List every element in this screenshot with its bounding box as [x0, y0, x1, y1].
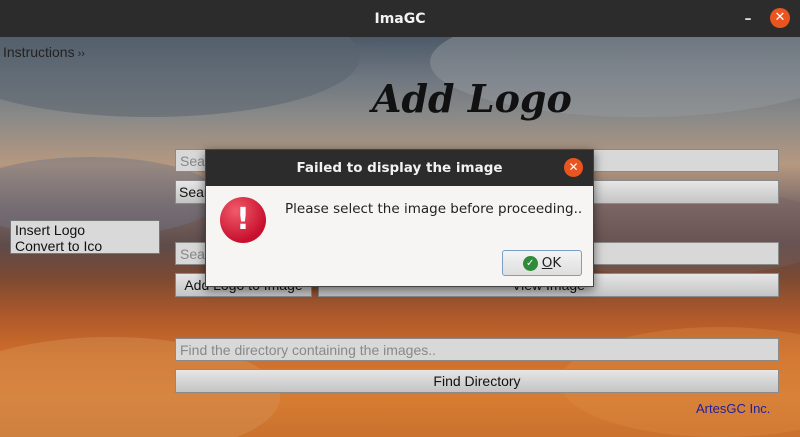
dialog-titlebar: Failed to display the image ✕ [206, 150, 593, 186]
instructions-label: Instructions [3, 44, 75, 60]
dialog-title: Failed to display the image [296, 160, 503, 176]
check-icon: ✓ [522, 255, 538, 271]
chevron-right-icon: ›› [77, 48, 85, 60]
menu-item-convert-ico[interactable]: Convert to Ico [15, 238, 155, 254]
ok-button[interactable]: ✓ OK [502, 250, 582, 276]
page-title: Add Logo [372, 76, 572, 121]
instructions-menu[interactable]: Instructions ›› [3, 44, 85, 60]
ok-mnemonic: O [541, 255, 553, 271]
credit-label: ArtesGC Inc. [696, 401, 771, 416]
minimize-icon[interactable]: – [739, 8, 757, 28]
ok-label: OK [542, 255, 562, 271]
close-icon[interactable]: ✕ [770, 8, 790, 28]
directory-input[interactable]: Find the directory containing the images… [175, 338, 779, 361]
error-icon: ! [220, 197, 266, 243]
find-directory-button[interactable]: Find Directory [175, 369, 779, 393]
menu-item-insert-logo[interactable]: Insert Logo [15, 222, 155, 238]
error-dialog: Failed to display the image ✕ ! Please s… [205, 149, 594, 287]
dialog-close-icon[interactable]: ✕ [564, 158, 583, 177]
ok-label-rest: K [552, 255, 562, 271]
side-menu: Insert Logo Convert to Ico [10, 220, 160, 254]
dialog-message: Please select the image before proceedin… [285, 201, 583, 217]
title-bar: ImaGC – ✕ [0, 0, 800, 37]
window-title: ImaGC [374, 10, 426, 27]
